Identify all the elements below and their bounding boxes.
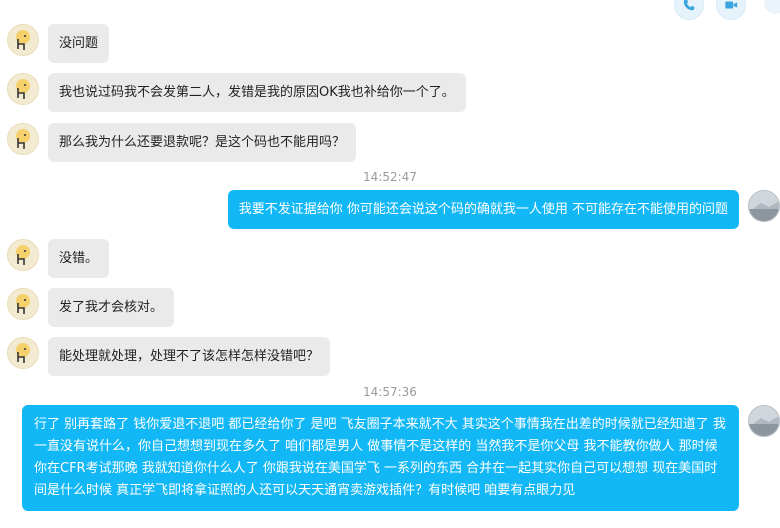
self-avatar-image xyxy=(749,406,779,436)
contact-avatar[interactable] xyxy=(7,123,39,155)
message-text: 行了 别再套路了 钱你爱退不退吧 都已经给你了 是吧 飞友圈子本来就不大 其实这… xyxy=(34,417,726,498)
video-call-button[interactable] xyxy=(716,0,746,20)
self-avatar-image xyxy=(749,191,779,221)
received-message[interactable]: 没问题 xyxy=(48,24,110,63)
received-message[interactable]: 能处理就处理，处理不了该怎样怎样没错吧？ xyxy=(48,337,331,376)
window-corner-icon[interactable] xyxy=(764,0,780,14)
message-text: 能处理就处理，处理不了该怎样怎样没错吧？ xyxy=(59,349,320,364)
contact-avatar-image xyxy=(8,124,38,154)
contact-avatar-image xyxy=(8,338,38,368)
self-avatar[interactable] xyxy=(748,190,780,222)
contact-avatar-image xyxy=(8,240,38,270)
sent-message[interactable]: 我要不发证据给你 你可能还会说这个码的确就我一人使用 不可能存在不能使用的问题 xyxy=(227,190,739,229)
contact-avatar[interactable] xyxy=(7,288,39,320)
received-message[interactable]: 我也说过码我不会发第二人，发错是我的原因OK我也补给你一个了。 xyxy=(48,73,466,112)
contact-avatar[interactable] xyxy=(7,337,39,369)
phone-icon xyxy=(683,0,695,11)
received-message[interactable]: 发了我才会核对。 xyxy=(48,288,175,327)
chat-header-actions xyxy=(674,0,746,20)
contact-avatar-image xyxy=(8,74,38,104)
message-timestamp: 14:57:36 xyxy=(363,385,417,399)
message-text: 发了我才会核对。 xyxy=(59,300,164,315)
received-message[interactable]: 没错。 xyxy=(48,239,110,278)
message-text: 没错。 xyxy=(59,251,99,266)
message-text: 我要不发证据给你 你可能还会说这个码的确就我一人使用 不可能存在不能使用的问题 xyxy=(238,202,728,217)
contact-avatar[interactable] xyxy=(7,24,39,56)
contact-avatar-image xyxy=(8,25,38,55)
contact-avatar[interactable] xyxy=(7,239,39,271)
contact-avatar[interactable] xyxy=(7,73,39,105)
video-icon xyxy=(725,1,738,9)
self-avatar[interactable] xyxy=(748,405,780,437)
message-text: 我也说过码我不会发第二人，发错是我的原因OK我也补给你一个了。 xyxy=(59,85,455,100)
message-text: 没问题 xyxy=(59,36,99,51)
sent-message[interactable]: 行了 别再套路了 钱你爱退不退吧 都已经给你了 是吧 飞友圈子本来就不大 其实这… xyxy=(22,405,739,511)
message-text: 那么我为什么还要退款呢？是这个码也不能用吗？ xyxy=(59,135,346,150)
contact-avatar-image xyxy=(8,289,38,319)
voice-call-button[interactable] xyxy=(674,0,704,20)
message-timestamp: 14:52:47 xyxy=(363,170,417,184)
received-message[interactable]: 那么我为什么还要退款呢？是这个码也不能用吗？ xyxy=(48,123,357,162)
